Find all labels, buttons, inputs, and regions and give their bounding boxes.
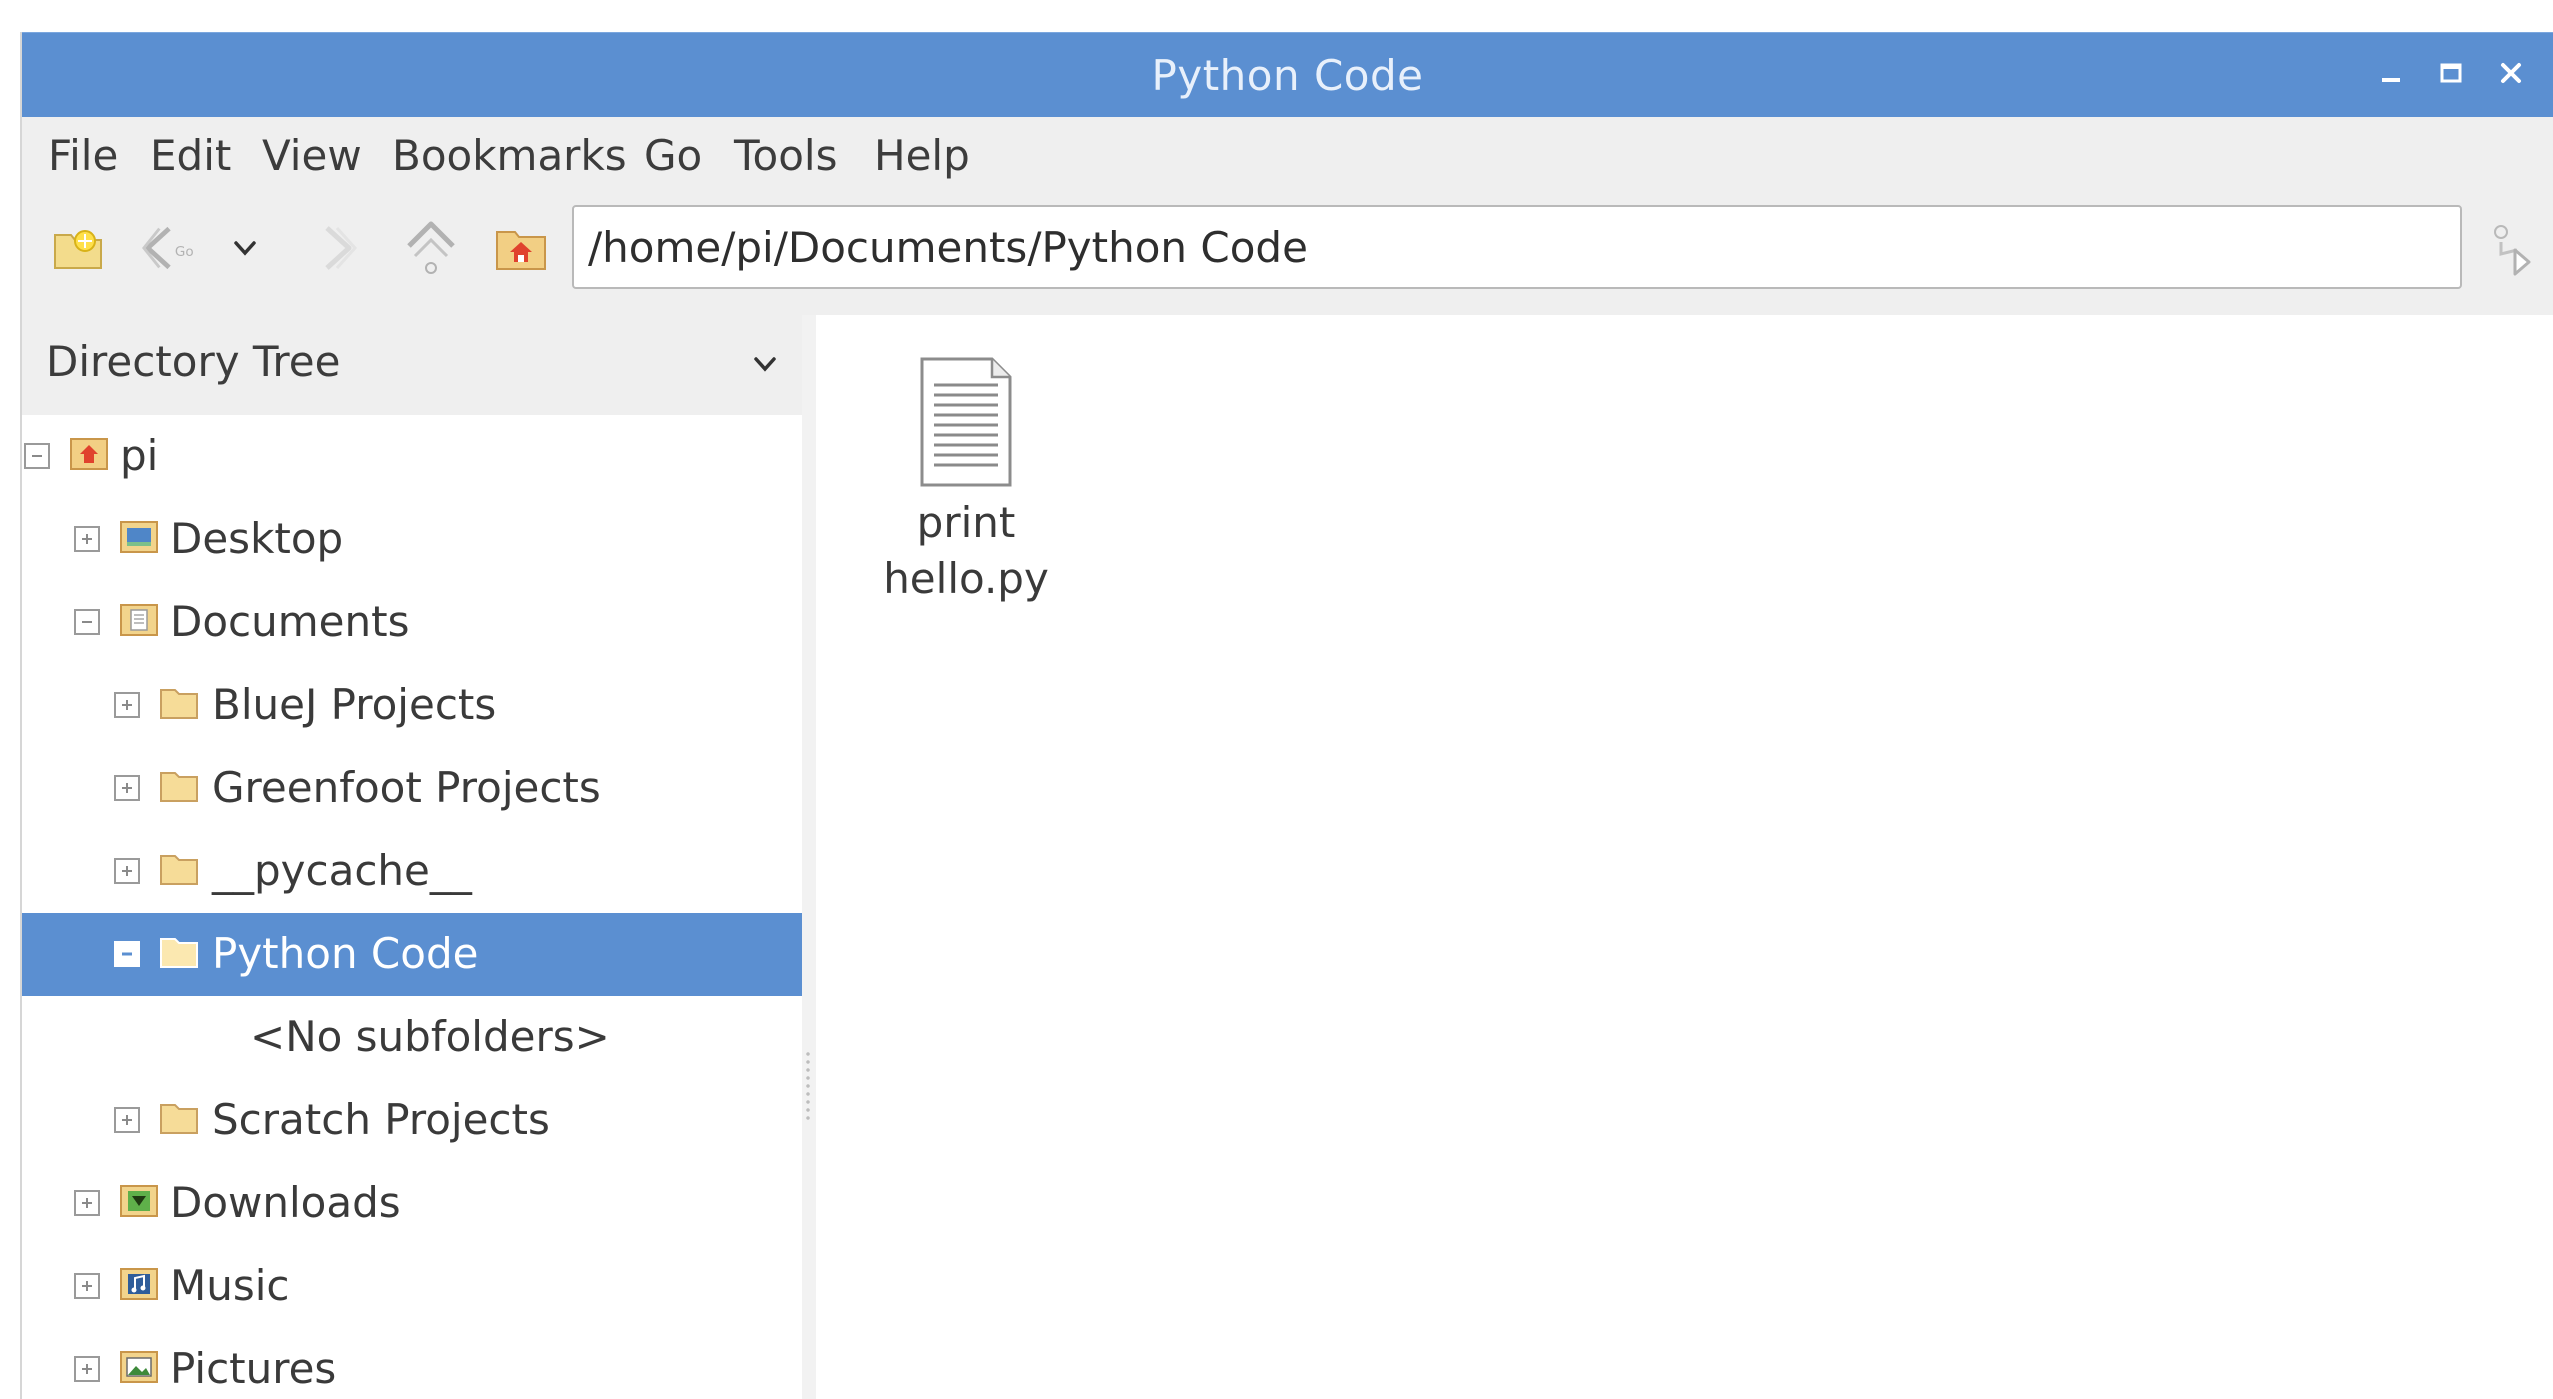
close-button[interactable] xyxy=(2487,49,2535,97)
chevron-down-icon[interactable] xyxy=(742,339,788,389)
menu-tools[interactable]: Tools xyxy=(734,131,837,180)
tree-item-label: __pycache__ xyxy=(212,846,472,895)
tree-item-pycache[interactable]: __pycache__ xyxy=(22,830,802,913)
history-dropdown-button[interactable] xyxy=(220,215,270,281)
expand-icon[interactable] xyxy=(114,858,140,884)
collapse-icon[interactable] xyxy=(74,609,100,635)
title-bar[interactable]: Python Code xyxy=(22,32,2553,117)
expand-icon[interactable] xyxy=(74,1273,100,1299)
menu-help[interactable]: Help xyxy=(874,131,970,180)
file-name-line-1: print xyxy=(916,498,1016,547)
expand-icon[interactable] xyxy=(114,692,140,718)
minimize-icon xyxy=(2382,78,2400,82)
collapse-icon[interactable] xyxy=(114,941,140,967)
desktop-folder-icon xyxy=(120,521,158,553)
pane-splitter[interactable] xyxy=(802,315,816,1399)
tree-item-label: Music xyxy=(170,1261,290,1310)
collapse-icon[interactable] xyxy=(24,443,50,469)
no-subfolders-label: <No subfolders> xyxy=(250,1012,610,1061)
svg-text:Go: Go xyxy=(175,244,194,260)
music-folder-icon xyxy=(120,1268,158,1300)
folder-icon xyxy=(160,855,198,885)
file-view: print hello.py xyxy=(816,315,2553,1399)
downloads-folder-icon xyxy=(120,1185,158,1217)
expand-icon[interactable] xyxy=(74,1356,100,1382)
forward-button xyxy=(302,215,364,281)
file-item[interactable]: print hello.py xyxy=(856,355,1076,607)
file-name-line-2: hello.py xyxy=(883,554,1049,603)
history-dropdown-icon xyxy=(234,241,256,256)
tree-item-documents[interactable]: Documents xyxy=(22,581,802,664)
folder-icon xyxy=(160,689,198,719)
tree-item-bluej-projects[interactable]: BlueJ Projects xyxy=(22,664,802,747)
forward-icon xyxy=(325,226,358,270)
folder-icon xyxy=(160,1104,198,1134)
menu-edit[interactable]: Edit xyxy=(150,131,231,180)
menu-view[interactable]: View xyxy=(262,131,362,180)
toolbar: Go xyxy=(22,195,2553,315)
tree-item-downloads[interactable]: Downloads xyxy=(22,1162,802,1245)
tree-item-pictures[interactable]: Pictures xyxy=(22,1328,802,1399)
up-button[interactable] xyxy=(400,215,462,281)
tree-item-label: Documents xyxy=(170,597,410,646)
path-input[interactable] xyxy=(572,205,2462,289)
side-pane-mode-selector[interactable]: Directory Tree xyxy=(22,315,802,415)
menu-file[interactable]: File xyxy=(48,131,118,180)
tree-item-label: pi xyxy=(120,431,159,480)
tree-item-scratch-projects[interactable]: Scratch Projects xyxy=(22,1079,802,1162)
documents-folder-icon xyxy=(120,604,158,636)
menu-bar: File Edit View Bookmarks Go Tools Help xyxy=(22,117,2553,195)
side-pane: Directory Tree pi Desktop Documents Blue… xyxy=(22,315,802,1399)
home-button[interactable] xyxy=(490,215,552,281)
home-folder-icon xyxy=(70,438,108,470)
splitter-grip xyxy=(806,1050,810,1120)
file-manager-window: Python Code File Edit View Bookmarks Go … xyxy=(20,32,2553,1399)
up-icon xyxy=(407,221,455,274)
back-icon: Go xyxy=(142,226,194,270)
tree-item-label: Desktop xyxy=(170,514,344,563)
maximize-button[interactable] xyxy=(2427,49,2475,97)
tree-item-label: Downloads xyxy=(170,1178,401,1227)
folder-icon xyxy=(160,772,198,802)
close-icon xyxy=(2501,63,2521,83)
window-title: Python Code xyxy=(1151,51,1424,100)
tree-item-label: Pictures xyxy=(170,1344,337,1393)
text-file-icon xyxy=(920,357,1012,487)
tree-item-desktop[interactable]: Desktop xyxy=(22,498,802,581)
folder-icon xyxy=(160,938,198,968)
tree-item-label: Greenfoot Projects xyxy=(212,763,601,812)
tree-item-label: Python Code xyxy=(212,929,479,978)
tree-item-pi[interactable]: pi xyxy=(22,415,802,498)
tree-item-music[interactable]: Music xyxy=(22,1245,802,1328)
new-tab-icon xyxy=(54,230,102,269)
new-tab-button[interactable] xyxy=(48,215,110,281)
expand-icon[interactable] xyxy=(74,526,100,552)
file-name: print hello.py xyxy=(856,495,1076,607)
tree-placeholder: <No subfolders> xyxy=(22,996,802,1079)
pictures-folder-icon xyxy=(120,1351,158,1383)
tree-item-label: Scratch Projects xyxy=(212,1095,550,1144)
menu-bookmarks[interactable]: Bookmarks xyxy=(392,131,627,180)
tree-item-label: BlueJ Projects xyxy=(212,680,497,729)
tree-item-greenfoot-projects[interactable]: Greenfoot Projects xyxy=(22,747,802,830)
expand-icon[interactable] xyxy=(114,775,140,801)
go-icon xyxy=(2494,225,2531,276)
expand-icon[interactable] xyxy=(74,1190,100,1216)
side-pane-mode-label: Directory Tree xyxy=(46,337,341,386)
maximize-icon xyxy=(2440,63,2462,83)
expand-icon[interactable] xyxy=(114,1107,140,1133)
back-button[interactable]: Go xyxy=(140,215,202,281)
tree-item-python-code[interactable]: Python Code xyxy=(22,913,802,996)
go-button[interactable] xyxy=(2482,215,2544,281)
minimize-button[interactable] xyxy=(2367,49,2415,97)
menu-go[interactable]: Go xyxy=(644,131,702,180)
home-icon xyxy=(496,231,546,270)
